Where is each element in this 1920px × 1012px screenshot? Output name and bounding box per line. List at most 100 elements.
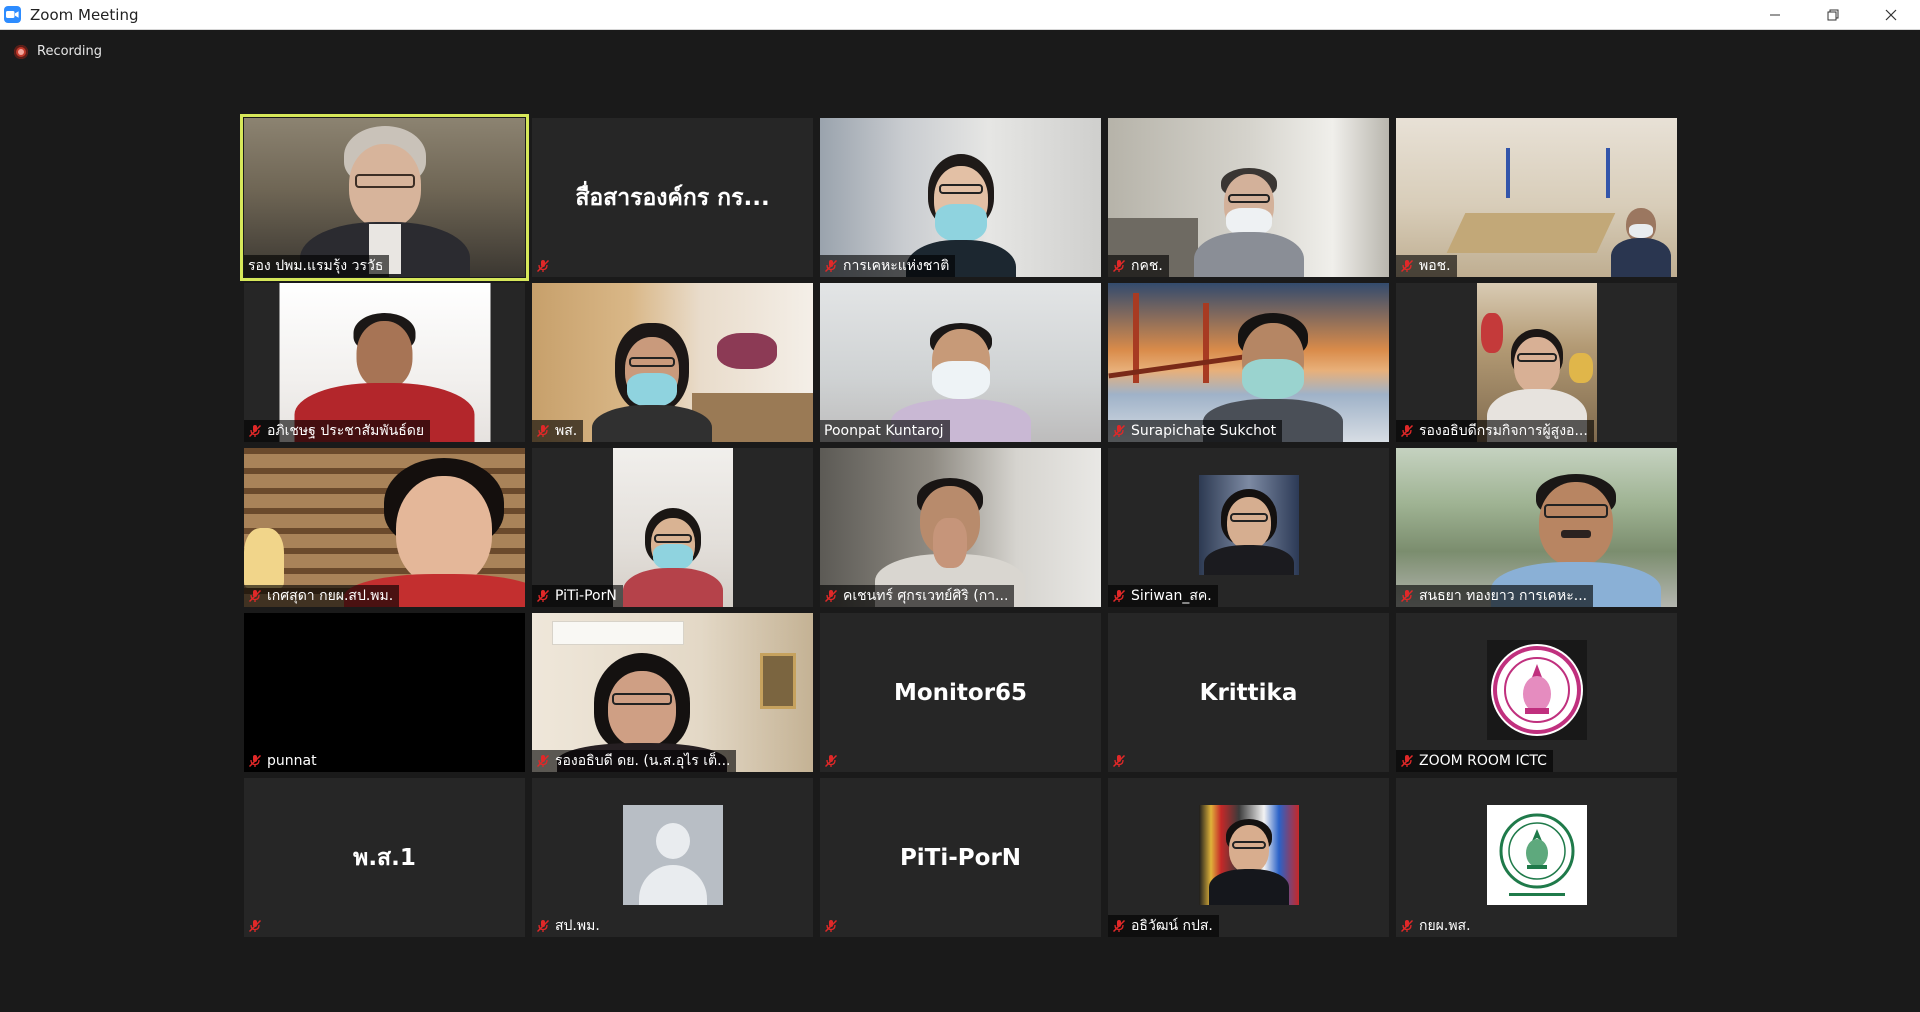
participant-name-label [532,255,561,277]
restore-button[interactable] [1804,0,1862,29]
close-icon [1885,9,1897,20]
restore-icon [1827,9,1839,20]
participant-tile[interactable]: PiTi-PorN [532,448,813,607]
recording-dot-icon [14,44,28,59]
participant-avatar [1198,475,1299,575]
participant-name-label: อธิวัฒน์ กปส. [1108,915,1219,937]
participant-name: Surapichate Sukchot [1131,423,1277,439]
participant-name: รองอธิบดีกรมกิจการผู้สูงอ... [1419,423,1588,439]
participant-tile[interactable]: เกศสุดา กยผ.สป.พม. [244,448,525,607]
participant-tile[interactable]: รองอธิบดี ดย. (น.ส.อุไร เต็... [532,613,813,772]
muted-mic-icon [1400,589,1414,603]
participant-tile[interactable]: สป.พม. [532,778,813,937]
muted-mic-icon [1400,259,1414,273]
participant-name-label: สป.พม. [532,915,606,937]
participant-tile[interactable]: อภิเชษฐ ประชาสัมพันธ์ดย [244,283,525,442]
participant-tile[interactable]: Siriwan_สค. [1108,448,1389,607]
participant-name-label: punnat [244,750,323,772]
participant-name: Siriwan_สค. [1131,588,1212,604]
participant-name-label: PiTi-PorN [532,585,623,607]
muted-mic-icon [248,589,262,603]
participant-name-label: สนธยา ทองยาว การเคหะ... [1396,585,1594,607]
muted-mic-icon [1112,259,1126,273]
participant-name: อธิวัฒน์ กปส. [1131,918,1213,934]
participant-name-label: ZOOM ROOM ICTC [1396,750,1553,772]
muted-mic-icon [1112,919,1126,933]
minimize-icon [1770,14,1780,15]
participant-tile[interactable]: รองอธิบดีกรมกิจการผู้สูงอ... [1396,283,1677,442]
participant-name-label: พส. [532,420,584,442]
participant-name: สป.พม. [555,918,600,934]
muted-mic-icon [1400,424,1414,438]
participant-video [244,118,525,277]
participant-display-name: Krittika [1199,679,1298,706]
participant-tile[interactable]: Krittika [1108,613,1389,772]
participant-name-label: รอง ปพม.แรมรุ้ง วรวัธ [244,255,390,277]
participant-tile[interactable]: Surapichate Sukchot [1108,283,1389,442]
participant-name: ZOOM ROOM ICTC [1419,753,1547,769]
participant-video [244,448,525,607]
participant-name-label: อภิเชษฐ ประชาสัมพันธ์ดย [244,420,431,442]
title-bar: Zoom Meeting [0,0,1920,30]
participant-video [1108,118,1389,277]
muted-mic-icon [536,589,550,603]
muted-mic-icon [536,259,550,273]
participant-tile[interactable]: คเชนทร์ ศุกรเวทย์ศิริ (กา... [820,448,1101,607]
participant-tile[interactable]: พอช. [1396,118,1677,277]
close-button[interactable] [1862,0,1920,29]
participant-name: รองอธิบดี ดย. (น.ส.อุไร เต็... [555,753,731,769]
gallery-view: รอง ปพม.แรมรุ้ง วรวัธ สื่อสารองค์กร กร..… [240,114,1677,937]
default-avatar-icon [622,805,723,905]
participant-name-label [244,915,273,937]
participant-avatar [1198,805,1299,905]
participant-name-label [820,915,849,937]
minimize-button[interactable] [1746,0,1804,29]
participant-name-label: คเชนทร์ ศุกรเวทย์ศิริ (กา... [820,585,1015,607]
participant-name-label: รองอธิบดี ดย. (น.ส.อุไร เต็... [532,750,737,772]
participant-tile[interactable]: กคช. [1108,118,1389,277]
muted-mic-icon [248,424,262,438]
participant-tile[interactable]: การเคหะแห่งชาติ [820,118,1101,277]
muted-mic-icon [1112,754,1126,768]
participant-tile[interactable]: พส. [532,283,813,442]
participant-name-label: รองอธิบดีกรมกิจการผู้สูงอ... [1396,420,1594,442]
participant-tile[interactable]: ZOOM ROOM ICTC [1396,613,1677,772]
participant-tile[interactable]: PiTi-PorN [820,778,1101,937]
participant-tile[interactable]: กยผ.พส. [1396,778,1677,937]
participant-name-label: Surapichate Sukchot [1108,420,1283,442]
participant-video [612,448,733,607]
participant-video [1396,118,1677,277]
participant-tile[interactable]: Poonpat Kuntaroj [820,283,1101,442]
muted-mic-icon [248,919,262,933]
participant-tile[interactable]: punnat [244,613,525,772]
muted-mic-icon [536,919,550,933]
participant-tile[interactable]: Monitor65 [820,613,1101,772]
participant-name: กยผ.พส. [1419,918,1471,934]
participant-name: พอช. [1419,258,1451,274]
participant-tile[interactable]: อธิวัฒน์ กปส. [1108,778,1389,937]
recording-indicator[interactable]: Recording [14,44,102,59]
participant-name: สนธยา ทองยาว การเคหะ... [1419,588,1588,604]
participant-name-label: กยผ.พส. [1396,915,1477,937]
participant-video [1108,283,1389,442]
participant-tile[interactable]: พ.ส.1 [244,778,525,937]
participant-name: การเคหะแห่งชาติ [843,258,950,274]
muted-mic-icon [824,589,838,603]
participant-name: พส. [555,423,578,439]
muted-mic-icon [1112,424,1126,438]
muted-mic-icon [536,424,550,438]
participant-video [820,448,1101,607]
participant-display-name: สื่อสารองค์กร กร... [575,184,770,211]
participant-name-label: Poonpat Kuntaroj [820,420,950,442]
participant-tile[interactable]: รอง ปพม.แรมรุ้ง วรวัธ [240,114,529,281]
participant-video [1396,448,1677,607]
participant-video [279,283,490,442]
participant-display-name: พ.ส.1 [353,844,416,871]
organization-seal-icon [1486,805,1587,905]
participant-name-label [820,750,849,772]
participant-name-label: กคช. [1108,255,1169,277]
participant-name-label: การเคหะแห่งชาติ [820,255,956,277]
participant-name: PiTi-PorN [555,588,617,604]
participant-tile[interactable]: สนธยา ทองยาว การเคหะ... [1396,448,1677,607]
participant-tile[interactable]: สื่อสารองค์กร กร... [532,118,813,277]
